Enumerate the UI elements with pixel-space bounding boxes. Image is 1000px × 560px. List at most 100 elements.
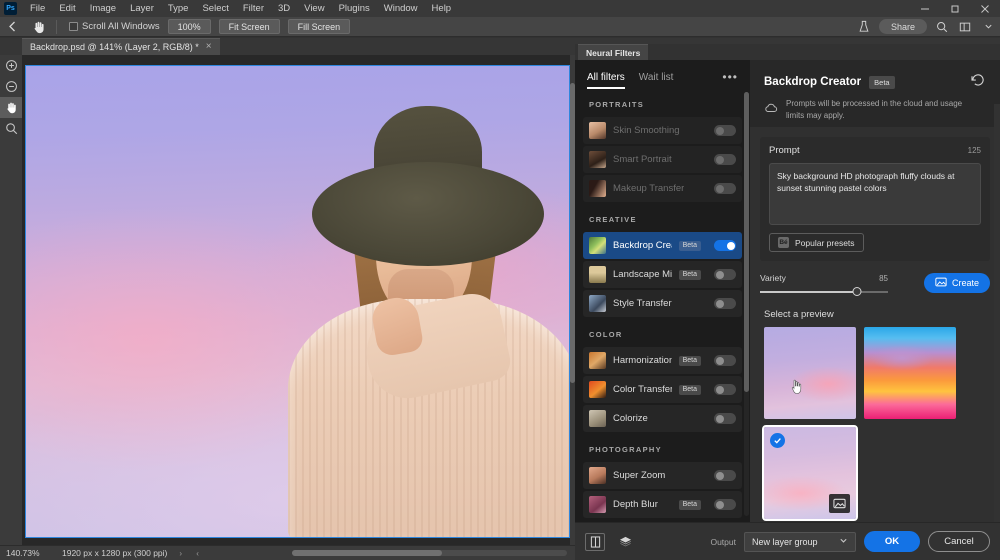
cancel-button[interactable]: Cancel bbox=[928, 531, 990, 552]
close-icon[interactable]: × bbox=[206, 42, 212, 52]
tool-rail bbox=[0, 55, 22, 545]
menu-select[interactable]: Select bbox=[195, 0, 235, 17]
filter-label: Harmonization bbox=[613, 355, 672, 366]
filter-toggle[interactable] bbox=[714, 240, 736, 251]
canvas-area[interactable] bbox=[22, 55, 575, 545]
fill-screen-button[interactable]: Fill Screen bbox=[288, 19, 351, 34]
filter-smart-portrait[interactable]: Smart Portrait bbox=[583, 146, 742, 173]
filter-toggle[interactable] bbox=[714, 470, 736, 481]
hand-tool[interactable] bbox=[0, 97, 22, 118]
status-arrows[interactable]: › ‹ bbox=[179, 549, 205, 558]
ok-button[interactable]: OK bbox=[864, 531, 920, 552]
canvas-horizontal-scrollbar[interactable] bbox=[292, 550, 567, 556]
magnifier-tool[interactable] bbox=[0, 118, 22, 139]
filter-toggle[interactable] bbox=[714, 154, 736, 165]
back-chevron-icon[interactable] bbox=[0, 21, 24, 32]
menu-plugins[interactable]: Plugins bbox=[332, 0, 377, 17]
close-icon[interactable] bbox=[970, 0, 1000, 17]
reset-icon[interactable] bbox=[971, 73, 986, 91]
menu-view[interactable]: View bbox=[297, 0, 331, 17]
presets-icon: Bé bbox=[778, 237, 789, 248]
filter-makeup-transfer[interactable]: Makeup Transfer bbox=[583, 175, 742, 202]
zoom-100-button[interactable]: 100% bbox=[168, 19, 211, 34]
menu-image[interactable]: Image bbox=[83, 0, 123, 17]
hat-brim bbox=[312, 162, 544, 266]
maximize-icon[interactable] bbox=[940, 0, 970, 17]
menu-type[interactable]: Type bbox=[161, 0, 196, 17]
zoom-level[interactable]: 140.73% bbox=[6, 548, 62, 558]
search-icon[interactable] bbox=[934, 19, 950, 35]
menu-help[interactable]: Help bbox=[425, 0, 459, 17]
filter-style-transfer[interactable]: Style Transfer bbox=[583, 290, 742, 317]
chevron-down-icon[interactable] bbox=[980, 19, 996, 35]
filter-toggle[interactable] bbox=[714, 125, 736, 136]
tab-all-filters[interactable]: All filters bbox=[587, 72, 625, 89]
create-button[interactable]: Create bbox=[924, 273, 990, 293]
document-tab-title: Backdrop.psd @ 141% (Layer 2, RGB/8) * bbox=[30, 42, 199, 52]
checkbox-box bbox=[69, 22, 78, 31]
beta-badge: Beta bbox=[679, 241, 701, 251]
prompt-input[interactable]: Sky background HD photograph fluffy clou… bbox=[769, 163, 981, 225]
filter-color-transfer[interactable]: Color Transfer Beta bbox=[583, 376, 742, 403]
filter-super-zoom[interactable]: Super Zoom bbox=[583, 462, 742, 489]
filter-toggle[interactable] bbox=[714, 269, 736, 280]
preview-thumbnail-1[interactable] bbox=[764, 327, 856, 419]
menu-bar: Ps File Edit Image Layer Type Select Fil… bbox=[0, 0, 1000, 17]
filter-toggle[interactable] bbox=[714, 413, 736, 424]
filter-toggle[interactable] bbox=[714, 499, 736, 510]
variety-slider[interactable] bbox=[760, 291, 888, 293]
cloud-notice-text: Prompts will be processed in the cloud a… bbox=[786, 98, 978, 121]
filter-label: Smart Portrait bbox=[613, 154, 672, 165]
status-bar: 140.73% 1920 px x 1280 px (300 ppi) › ‹ bbox=[0, 545, 575, 560]
menu-file[interactable]: File bbox=[23, 0, 52, 17]
tab-neural-filters[interactable]: Neural Filters bbox=[578, 44, 648, 60]
neural-filters-footer: Output New layer group OK Cancel bbox=[575, 522, 1000, 560]
filter-label: Colorize bbox=[613, 413, 648, 424]
tab-neural-filters-label: Neural Filters bbox=[586, 48, 640, 58]
menu-layer[interactable]: Layer bbox=[123, 0, 161, 17]
tab-wait-list[interactable]: Wait list bbox=[639, 72, 674, 89]
document-dimensions: 1920 px x 1280 px (300 ppi) bbox=[62, 548, 167, 558]
filter-harmonization[interactable]: Harmonization Beta bbox=[583, 347, 742, 374]
share-button[interactable]: Share bbox=[879, 19, 927, 34]
popular-presets-button[interactable]: Bé Popular presets bbox=[769, 233, 864, 252]
fit-screen-button[interactable]: Fit Screen bbox=[219, 19, 280, 34]
filter-toggle[interactable] bbox=[714, 183, 736, 194]
filter-colorize[interactable]: Colorize bbox=[583, 405, 742, 432]
filter-toggle[interactable] bbox=[714, 384, 736, 395]
menu-filter[interactable]: Filter bbox=[236, 0, 271, 17]
image-badge-icon[interactable] bbox=[829, 494, 850, 513]
output-select[interactable]: New layer group bbox=[744, 532, 856, 552]
filter-landscape-mixer[interactable]: Landscape Mi... Beta bbox=[583, 261, 742, 288]
document-canvas[interactable] bbox=[25, 65, 570, 538]
neural-filters-panel: All filters Wait list ••• PORTRAITS Skin… bbox=[575, 60, 1000, 522]
variety-slider-knob[interactable] bbox=[853, 287, 862, 296]
hand-tool-icon[interactable] bbox=[28, 18, 50, 36]
zoom-in-tool[interactable] bbox=[0, 55, 22, 76]
menu-window[interactable]: Window bbox=[377, 0, 425, 17]
filter-depth-blur[interactable]: Depth Blur Beta bbox=[583, 491, 742, 518]
zoom-out-tool[interactable] bbox=[0, 76, 22, 97]
filter-toggle[interactable] bbox=[714, 355, 736, 366]
filter-skin-smoothing[interactable]: Skin Smoothing bbox=[583, 117, 742, 144]
filter-backdrop-creator[interactable]: Backdrop Crea... Beta bbox=[583, 232, 742, 259]
filter-toggle[interactable] bbox=[714, 298, 736, 309]
minimize-icon[interactable] bbox=[910, 0, 940, 17]
preview-thumbnail-2[interactable] bbox=[864, 327, 956, 419]
filter-list-scrollbar[interactable] bbox=[744, 92, 749, 516]
document-tab[interactable]: Backdrop.psd @ 141% (Layer 2, RGB/8) * × bbox=[22, 38, 220, 55]
window-controls bbox=[910, 0, 1000, 17]
workspace-icon[interactable] bbox=[856, 19, 872, 35]
menu-edit[interactable]: Edit bbox=[52, 0, 82, 17]
menu-3d[interactable]: 3D bbox=[271, 0, 297, 17]
variety-row: Variety 85 bbox=[760, 273, 990, 293]
footer-right: Output New layer group OK Cancel bbox=[710, 531, 1000, 552]
preview-thumbnail-3[interactable] bbox=[764, 427, 856, 519]
more-options-icon[interactable]: ••• bbox=[722, 73, 738, 89]
variety-value: 85 bbox=[879, 274, 888, 283]
layers-icon[interactable] bbox=[615, 533, 635, 551]
scroll-all-windows-checkbox[interactable]: Scroll All Windows bbox=[69, 21, 160, 32]
arrange-documents-icon[interactable] bbox=[957, 19, 973, 35]
split-preview-icon[interactable] bbox=[585, 533, 605, 551]
cloud-notice: Prompts will be processed in the cloud a… bbox=[764, 98, 986, 121]
